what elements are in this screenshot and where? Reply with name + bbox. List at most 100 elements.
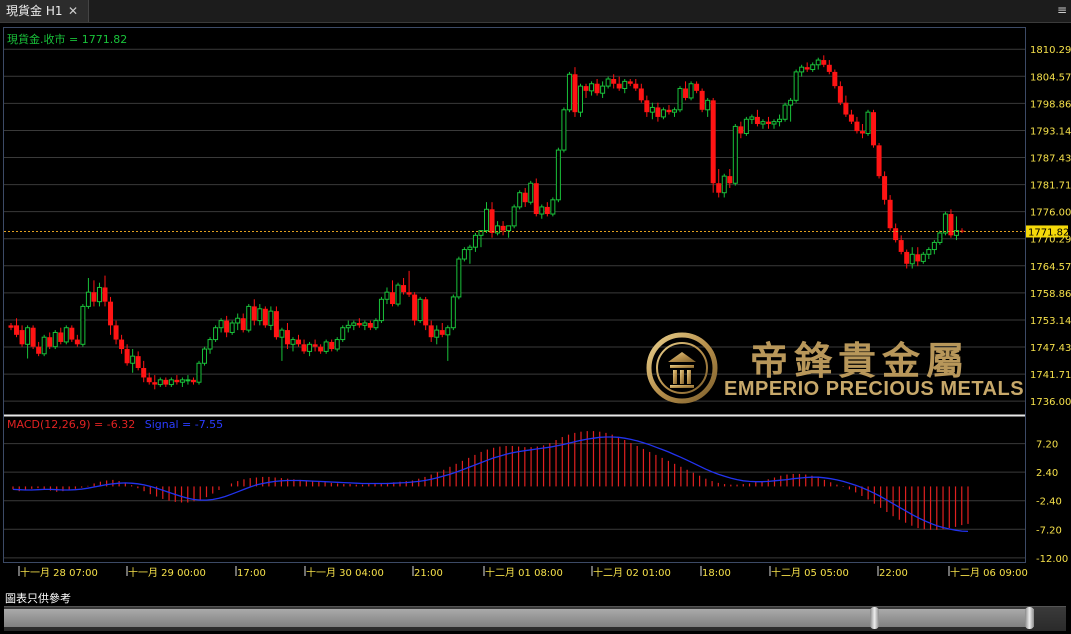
disclaimer-text: 圖表只供參考 xyxy=(5,592,71,605)
candle-body xyxy=(533,183,539,215)
candle-body xyxy=(506,225,512,232)
candle-body xyxy=(843,102,849,115)
candle-body xyxy=(511,206,517,227)
candle-body xyxy=(660,109,666,118)
candle-body xyxy=(384,291,390,300)
candle-body xyxy=(362,322,368,326)
candle-body xyxy=(334,339,340,350)
candle-body xyxy=(36,346,42,354)
logo-emblem-icon xyxy=(646,332,718,404)
candle-body xyxy=(284,330,290,345)
candle-body xyxy=(130,355,136,364)
candle-body xyxy=(168,379,174,386)
candle-body xyxy=(871,112,877,146)
candle-body xyxy=(207,339,213,350)
candle-body xyxy=(937,232,943,243)
candle-body xyxy=(174,379,180,383)
candle-body xyxy=(301,344,307,352)
candle-body xyxy=(782,104,788,120)
candle-body xyxy=(235,317,241,324)
candle-body xyxy=(644,100,650,113)
candle-body xyxy=(196,362,202,383)
candle-body xyxy=(185,379,191,382)
candle-body xyxy=(859,131,865,134)
x-tick-label: 十二月 05 05:00 xyxy=(771,566,849,579)
company-logo: 帝鋒貴金屬 EMPERIO PRECIOUS METALS xyxy=(646,328,1026,408)
candle-body xyxy=(517,192,523,208)
candle-body xyxy=(47,337,53,347)
candle-body xyxy=(401,285,407,293)
candle-body xyxy=(815,59,821,66)
price-tick-label: 1798.86 xyxy=(1030,99,1071,110)
candle-body xyxy=(683,88,689,98)
candle-body xyxy=(85,291,91,307)
candle-body xyxy=(312,344,318,347)
candle-body xyxy=(721,175,727,194)
candle-body xyxy=(638,88,644,101)
candle-body xyxy=(760,121,766,125)
price-tick-label: 1781.71 xyxy=(1030,181,1071,192)
scrollbar-left-handle[interactable] xyxy=(870,607,879,629)
candle-body xyxy=(622,80,628,89)
candle-body xyxy=(688,83,694,99)
candle-body xyxy=(743,118,749,134)
last-price-label: 1771.82 xyxy=(1028,227,1069,238)
candle-body xyxy=(887,199,893,229)
candle-body xyxy=(318,346,324,352)
scrollbar-right-handle[interactable] xyxy=(1025,607,1034,629)
candle-body xyxy=(41,336,47,355)
candle-body xyxy=(456,258,462,298)
candle-body xyxy=(113,325,119,340)
x-tick-label: 十二月 06 09:00 xyxy=(950,566,1028,579)
candle-body xyxy=(555,149,561,201)
candle-body xyxy=(749,116,755,120)
macd-tick-label: 7.20 xyxy=(1036,440,1058,451)
candle-body xyxy=(732,125,738,184)
candle-body xyxy=(600,85,606,94)
scrollbar-region[interactable] xyxy=(4,609,1034,627)
price-tick-label: 1804.57 xyxy=(1030,72,1071,83)
candle-body xyxy=(102,287,108,302)
candle-body xyxy=(428,325,434,338)
price-tick-label: 1741.71 xyxy=(1030,370,1071,381)
candle-body xyxy=(146,377,152,383)
x-tick-label: 十一月 30 04:00 xyxy=(306,566,384,579)
candle-body xyxy=(273,311,279,338)
candle-body xyxy=(257,308,263,322)
candle-body xyxy=(323,341,329,352)
price-tick-label: 1758.86 xyxy=(1030,289,1071,300)
candle-body xyxy=(329,341,335,350)
main-chart-title: 現貨金.收市 = 1771.82 xyxy=(7,33,128,46)
candle-body xyxy=(771,121,777,125)
candle-body xyxy=(566,73,572,111)
candle-body xyxy=(30,327,36,347)
candle-body xyxy=(373,320,379,329)
candle-body xyxy=(461,249,467,260)
candle-body xyxy=(655,107,661,117)
candle-body xyxy=(484,208,489,232)
chart-canvas[interactable]: 1810.29 1804.57 1798.86 1793.14 1787.43 1781.… xyxy=(0,0,1071,634)
candle-body xyxy=(572,74,578,113)
candle-body xyxy=(279,329,285,338)
candle-body xyxy=(202,348,208,364)
x-tick-label: 18:00 xyxy=(702,568,731,579)
candle-body xyxy=(666,109,672,113)
candle-body xyxy=(777,118,783,123)
candle-body xyxy=(290,339,296,345)
candle-body xyxy=(74,339,80,345)
candle-body xyxy=(467,246,473,251)
candle-body xyxy=(367,322,373,328)
candle-body xyxy=(865,111,871,134)
price-tick-label: 1753.14 xyxy=(1030,316,1071,327)
price-tick-label: 1810.29 xyxy=(1030,45,1071,56)
candle-body xyxy=(605,78,611,87)
candle-body xyxy=(340,327,346,341)
candle-body xyxy=(500,225,506,231)
candle-body xyxy=(649,106,655,113)
candle-body xyxy=(810,64,816,71)
candle-body xyxy=(893,228,899,241)
candle-body xyxy=(727,176,733,184)
candle-body xyxy=(898,240,904,252)
chart-scrollbar[interactable] xyxy=(4,606,1066,631)
candle-body xyxy=(821,60,827,65)
